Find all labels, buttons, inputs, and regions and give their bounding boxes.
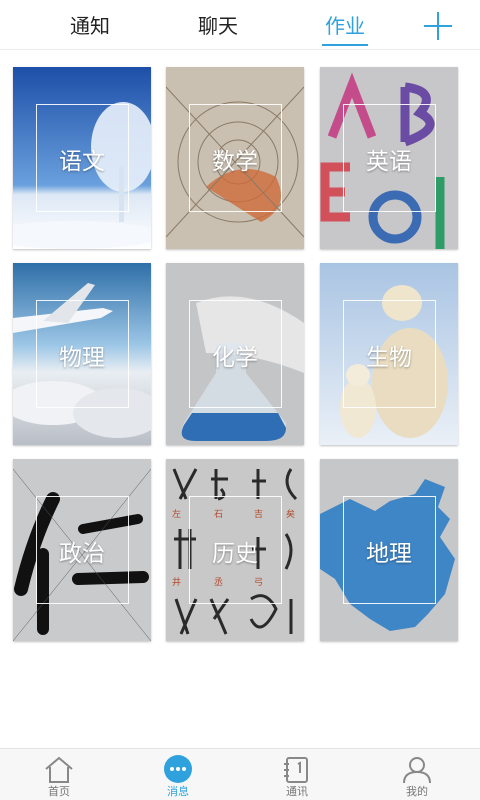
- subject-label: 物理: [59, 345, 105, 371]
- tab-homework[interactable]: 作业: [316, 0, 374, 50]
- subject-card-biology[interactable]: 生物: [320, 263, 458, 445]
- top-tab-bar: 通知 聊天 作业: [0, 0, 480, 50]
- profile-icon: [403, 757, 431, 783]
- svg-text:矣: 矣: [286, 508, 295, 520]
- active-tab-indicator: [322, 44, 368, 46]
- nav-profile[interactable]: 我的: [387, 749, 447, 800]
- nav-contacts-label: 通讯: [286, 785, 308, 798]
- contacts-icon: [284, 757, 308, 783]
- subject-card-history[interactable]: 左石吉矣 井丞弓 历史: [166, 459, 304, 641]
- subject-card-english[interactable]: 英语: [320, 67, 458, 249]
- subject-label: 地理: [366, 541, 412, 567]
- nav-home-label: 首页: [48, 785, 70, 798]
- nav-contacts[interactable]: 通讯: [267, 749, 327, 800]
- subject-card-chinese[interactable]: 语文: [13, 67, 151, 249]
- subject-card-chemistry[interactable]: 化学: [166, 263, 304, 445]
- subject-label: 历史: [212, 541, 258, 567]
- subject-label: 语文: [59, 149, 105, 175]
- subject-label: 数学: [212, 149, 258, 175]
- svg-text:左: 左: [172, 508, 181, 520]
- subject-label: 生物: [366, 345, 412, 371]
- subject-card-geography[interactable]: 地理: [320, 459, 458, 641]
- tab-notice[interactable]: 通知: [60, 0, 120, 50]
- subject-label: 政治: [59, 541, 105, 567]
- plus-icon[interactable]: [424, 12, 452, 40]
- subject-grid: 语文 数学 英语 物理 化学 生物 政治 左 石 吉 矣 井 丞 弓 历史 地理: [0, 50, 480, 700]
- subject-label: 英语: [366, 149, 412, 175]
- bottom-nav: 首页 消息 通讯 我的: [0, 748, 480, 800]
- nav-messages-label: 消息: [167, 785, 189, 798]
- subject-card-physics[interactable]: 物理: [13, 263, 151, 445]
- home-icon: [45, 756, 73, 783]
- svg-text:井: 井: [172, 576, 181, 588]
- message-icon: [164, 755, 192, 783]
- nav-messages[interactable]: 消息: [148, 749, 208, 800]
- subject-card-politics[interactable]: 政治: [13, 459, 151, 641]
- subject-card-math[interactable]: 数学: [166, 67, 304, 249]
- nav-profile-label: 我的: [406, 785, 428, 798]
- tab-chat[interactable]: 聊天: [188, 0, 248, 50]
- subject-label: 化学: [212, 345, 258, 371]
- tab-homework-label: 作业: [325, 14, 365, 38]
- nav-home[interactable]: 首页: [29, 749, 89, 800]
